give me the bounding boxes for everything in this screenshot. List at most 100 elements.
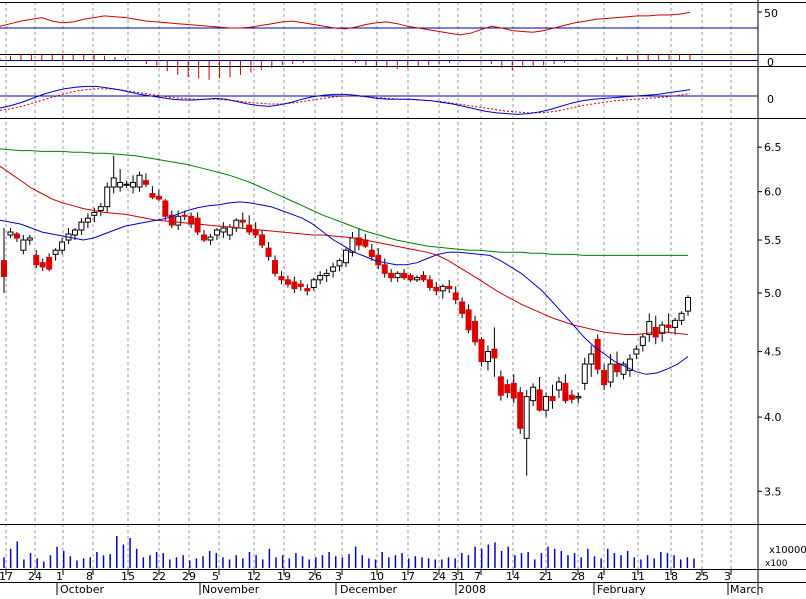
candle-body-92 (594, 338, 601, 370)
date-tick-label-5: 22 (152, 570, 166, 583)
date-tick-label-15: 31 (451, 570, 465, 583)
candle-body-33 (213, 229, 220, 236)
candle-body-52 (336, 260, 343, 267)
candle-body-93 (601, 369, 608, 386)
candle-body-48 (310, 279, 317, 288)
candle-body-98 (633, 348, 640, 355)
date-tick-label-22: 18 (664, 570, 678, 583)
volume-scale-label: x100 (765, 559, 788, 569)
candle-body-70 (452, 292, 459, 301)
candle-body-19 (123, 183, 130, 186)
date-tick-label-12: 10 (370, 570, 384, 583)
candle-body-78 (504, 384, 511, 394)
candle-body-90 (581, 363, 588, 384)
date-tick-label-17: 14 (506, 570, 520, 583)
candle-body-7 (46, 256, 53, 270)
date-tick-label-10: 26 (308, 570, 322, 583)
price-tick-label-1: 6.0 (764, 186, 782, 199)
macd-zero-label: 0 (767, 93, 774, 106)
month-label-3: 2008 (458, 583, 486, 595)
candle-body-8 (52, 249, 59, 255)
month-label-0: October (60, 583, 104, 595)
date-tick-label-7: 5 (212, 570, 219, 583)
candle-body-63 (407, 274, 414, 281)
candle-body-72 (465, 309, 472, 331)
candle-body-23 (149, 193, 156, 198)
candle-body-20 (130, 181, 137, 188)
date-tick-label-21: 11 (631, 570, 645, 583)
date-tick-label-23: 25 (695, 570, 709, 583)
candle-body-4 (26, 237, 33, 241)
date-tick-label-11: 3 (335, 570, 342, 583)
price-tick-label-6: 3.5 (764, 485, 782, 498)
candle-body-43 (278, 276, 285, 281)
candle-body-67 (433, 286, 440, 292)
date-tick-label-1: 24 (28, 570, 42, 583)
candle-body-47 (304, 288, 311, 292)
candle-body-30 (194, 217, 201, 233)
candle-body-60 (388, 272, 395, 279)
candle-body-104 (672, 319, 679, 328)
candle-body-58 (375, 254, 382, 266)
candle-body-65 (420, 274, 427, 281)
price-tick-label-2: 5.5 (764, 234, 782, 247)
candle-body-35 (226, 226, 233, 236)
candle-body-14 (91, 211, 98, 216)
candle-body-34 (220, 227, 227, 233)
candle-body-85 (549, 396, 556, 402)
date-tick-label-18: 21 (539, 570, 553, 583)
candle-body-15 (97, 206, 104, 211)
candle-body-18 (117, 181, 124, 188)
candle-body-31 (201, 234, 208, 241)
candle-body-11 (71, 229, 78, 236)
candle-body-5 (33, 254, 40, 266)
date-tick-label-19: 28 (571, 570, 585, 583)
date-tick-label-2: 1 (56, 570, 63, 583)
stock-chart: 50 0 0 x10000 x100 17 24 1 8 15 22 29 5 12 19 26 3 1… (0, 0, 806, 596)
candle-body-6 (39, 262, 46, 268)
candle-body-62 (401, 272, 408, 279)
rsi-50-label: 50 (764, 7, 778, 20)
candle-body-88 (568, 394, 575, 400)
candle-body-84 (543, 396, 550, 411)
candle-body-103 (665, 324, 672, 328)
candle-body-50 (323, 272, 330, 276)
candle-body-71 (459, 301, 466, 314)
month-label-4: February (597, 583, 646, 595)
candle-body-80 (517, 392, 524, 429)
candle-body-73 (472, 321, 479, 343)
candle-body-87 (562, 382, 569, 402)
candle-body-36 (233, 219, 240, 229)
candle-body-2 (13, 233, 20, 239)
date-tick-label-14: 24 (432, 570, 446, 583)
date-tick-label-8: 12 (247, 570, 261, 583)
candle-body-32 (207, 236, 214, 241)
candle-body-76 (491, 348, 498, 359)
candle-body-91 (588, 353, 595, 365)
chart-svg: 50 0 0 x10000 x100 17 24 1 8 15 22 29 5 12 19 26 3 1… (0, 0, 806, 596)
candle-body-59 (381, 264, 388, 274)
month-label-1: November (202, 583, 260, 595)
candle-body-53 (343, 249, 349, 264)
candle-body-9 (59, 241, 66, 251)
candle-body-39 (252, 229, 259, 236)
candle-body-16 (104, 186, 111, 208)
candle-body-22 (142, 180, 149, 185)
candle-body-27 (175, 215, 182, 226)
candle-body-41 (265, 247, 272, 257)
candle-body-57 (368, 249, 375, 257)
candle-body-74 (478, 338, 485, 363)
candle-body-51 (330, 266, 337, 272)
candle-body-99 (639, 336, 646, 346)
candle-body-69 (446, 285, 453, 290)
date-tick-label-4: 15 (121, 570, 135, 583)
candle-body-37 (239, 219, 246, 223)
candle-body-86 (555, 381, 562, 391)
candle-body-40 (259, 234, 266, 246)
candle-body-21 (136, 174, 143, 188)
candle-body-44 (284, 279, 291, 285)
month-label-5: March (730, 583, 764, 595)
candle-body-42 (272, 260, 279, 274)
candle-body-105 (678, 312, 685, 321)
candle-body-13 (84, 217, 91, 223)
